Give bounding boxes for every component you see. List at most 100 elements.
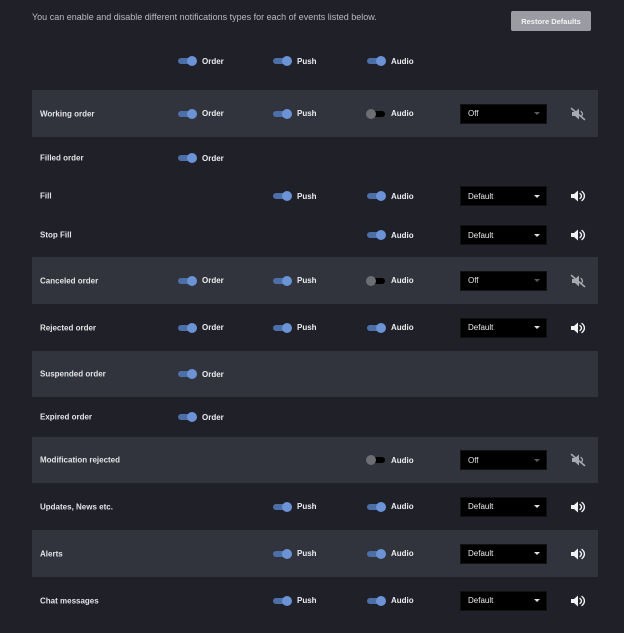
working-order-order-group: Order xyxy=(177,108,224,120)
canceled-order-push-toggle[interactable] xyxy=(272,275,292,287)
canceled-order-order-toggle[interactable] xyxy=(177,275,197,287)
header-push-label: Push xyxy=(297,56,317,66)
rejected-order-audio-label: Audio xyxy=(391,323,414,332)
expired-order-order-toggle[interactable] xyxy=(177,411,197,423)
toggle-knob xyxy=(187,153,197,163)
rejected-order-audio-toggle[interactable] xyxy=(366,322,386,334)
sound-select-value: Default xyxy=(468,323,494,332)
sound-select-value: Default xyxy=(468,596,494,605)
working-order-order-label: Order xyxy=(202,109,224,118)
canceled-order-push-label: Push xyxy=(297,276,317,285)
restore-defaults-button[interactable]: Restore Defaults xyxy=(511,11,591,31)
rejected-order-sound-select[interactable]: Default xyxy=(460,317,547,338)
canceled-order-push-group: Push xyxy=(272,275,317,287)
header-audio-toggle[interactable] xyxy=(366,55,386,67)
updates-news-etc-audio-toggle[interactable] xyxy=(366,501,386,513)
working-order-audio-toggle[interactable] xyxy=(366,108,386,120)
row-label: Canceled order xyxy=(40,276,99,285)
working-order-sound-select[interactable]: Off xyxy=(460,103,547,124)
toggle-knob xyxy=(187,412,197,422)
row-canceled-order: Canceled order Order Push Audio Off xyxy=(32,257,598,304)
header-push-toggle[interactable] xyxy=(272,55,292,67)
row-label: Rejected order xyxy=(40,323,97,332)
speaker-icon[interactable] xyxy=(570,228,586,242)
chat-messages-audio-label: Audio xyxy=(391,596,414,605)
speaker-icon[interactable] xyxy=(570,547,586,561)
working-order-audio-label: Audio xyxy=(391,109,414,118)
rejected-order-push-label: Push xyxy=(297,323,317,332)
toggle-knob xyxy=(282,108,292,119)
chevron-down-icon xyxy=(534,112,540,115)
modification-rejected-sound-select[interactable]: Off xyxy=(460,450,547,470)
sound-select-value: Off xyxy=(468,109,479,118)
working-order-push-group: Push xyxy=(272,108,317,120)
suspended-order-order-toggle[interactable] xyxy=(177,368,197,380)
filled-order-order-label: Order xyxy=(202,153,224,163)
rejected-order-push-toggle[interactable] xyxy=(272,322,292,334)
chevron-down-icon xyxy=(534,194,540,198)
fill-audio-label: Audio xyxy=(391,191,414,201)
speaker-icon[interactable] xyxy=(570,594,586,608)
fill-push-group: Push xyxy=(272,190,317,202)
fill-push-label: Push xyxy=(297,191,317,201)
chat-messages-sound-select[interactable]: Default xyxy=(460,590,547,611)
alerts-audio-label: Audio xyxy=(391,549,414,558)
rejected-order-order-toggle[interactable] xyxy=(177,322,197,334)
expired-order-order-group: Order xyxy=(177,411,224,423)
canceled-order-audio-toggle[interactable] xyxy=(366,275,386,287)
speaker-muted-icon[interactable] xyxy=(570,274,586,288)
stop-fill-sound-select[interactable]: Default xyxy=(460,225,547,245)
row-modification-rejected: Modification rejected Audio Off xyxy=(32,437,598,483)
speaker-icon[interactable] xyxy=(570,500,586,514)
sound-select-value: Default xyxy=(468,549,494,558)
working-order-order-toggle[interactable] xyxy=(177,108,197,120)
chat-messages-audio-toggle[interactable] xyxy=(366,595,386,607)
stop-fill-audio-toggle[interactable] xyxy=(366,229,386,241)
toggle-knob xyxy=(187,108,197,119)
row-label: Modification rejected xyxy=(40,455,121,465)
toggle-knob xyxy=(376,56,386,66)
row-label: Stop Fill xyxy=(40,230,72,240)
fill-sound-select[interactable]: Default xyxy=(460,186,547,206)
fill-audio-toggle[interactable] xyxy=(366,190,386,202)
chat-messages-push-toggle[interactable] xyxy=(272,595,292,607)
suspended-order-order-label: Order xyxy=(202,369,224,379)
alerts-push-toggle[interactable] xyxy=(272,548,292,560)
modification-rejected-audio-label: Audio xyxy=(391,455,414,465)
header-toggle-row: Order Push Audio xyxy=(32,48,598,74)
toggle-knob xyxy=(187,56,197,66)
header-audio-label: Audio xyxy=(391,56,414,66)
toggle-knob xyxy=(376,501,386,512)
toggle-knob xyxy=(282,56,292,66)
fill-push-toggle[interactable] xyxy=(272,190,292,202)
updates-news-etc-sound-select[interactable]: Default xyxy=(460,496,547,517)
filled-order-order-toggle[interactable] xyxy=(177,152,197,164)
row-label: Suspended order xyxy=(40,369,106,379)
chevron-down-icon xyxy=(534,233,540,237)
row-label: Working order xyxy=(40,109,95,118)
toggle-knob xyxy=(187,369,197,379)
speaker-muted-icon[interactable] xyxy=(570,453,586,467)
chat-messages-push-group: Push xyxy=(272,595,317,607)
updates-news-etc-push-label: Push xyxy=(297,502,317,511)
modification-rejected-audio-toggle[interactable] xyxy=(366,454,386,466)
canceled-order-sound-select[interactable]: Off xyxy=(460,270,547,291)
row-alerts: Alerts Push Audio Default xyxy=(32,530,598,577)
working-order-push-toggle[interactable] xyxy=(272,108,292,120)
alerts-audio-toggle[interactable] xyxy=(366,548,386,560)
toggle-knob xyxy=(187,322,197,333)
row-label: Expired order xyxy=(40,412,93,422)
speaker-icon[interactable] xyxy=(570,321,586,335)
speaker-muted-icon[interactable] xyxy=(570,107,586,121)
speaker-icon[interactable] xyxy=(570,189,586,203)
chat-messages-push-label: Push xyxy=(297,596,317,605)
toggle-knob xyxy=(366,108,376,119)
alerts-sound-select[interactable]: Default xyxy=(460,543,547,564)
chevron-down-icon xyxy=(534,599,540,602)
chevron-down-icon xyxy=(534,458,540,462)
header-order-toggle[interactable] xyxy=(177,55,197,67)
toggle-knob xyxy=(376,548,386,559)
updates-news-etc-push-toggle[interactable] xyxy=(272,501,292,513)
toggle-knob xyxy=(366,275,376,286)
toggle-knob xyxy=(376,595,386,606)
